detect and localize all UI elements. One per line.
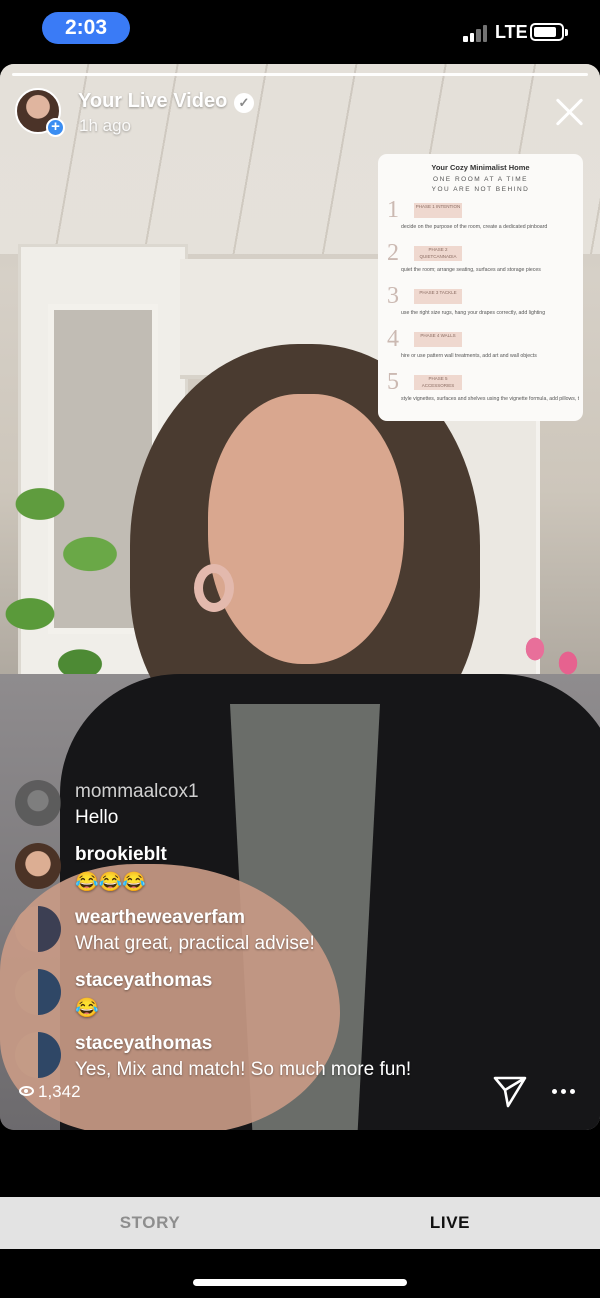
- card-phase: 3 PHASE 3 TACKLE use the right size rugs…: [387, 283, 573, 324]
- status-bar: 2:03 LTE: [0, 0, 600, 62]
- add-plus-icon[interactable]: +: [46, 118, 65, 137]
- tab-story[interactable]: STORY: [0, 1197, 300, 1249]
- card-phase: 4 PHASE 4 WALLS hire or use pattern wall…: [387, 326, 573, 367]
- viewer-count-value: 1,342: [38, 1082, 81, 1101]
- phase-number: 5: [387, 369, 399, 395]
- phase-tag: PHASE 5 ACCESSORIES: [414, 375, 462, 390]
- comment-item[interactable]: staceyathomas 😂: [15, 967, 485, 1030]
- card-phase: 1 PHASE 1 INTENTION decide on the purpos…: [387, 197, 573, 238]
- comment-text: 😂: [75, 998, 99, 1019]
- avatar[interactable]: [15, 1032, 61, 1078]
- card-subtitle-2: YOU ARE NOT BEHIND: [431, 186, 530, 193]
- status-time: 2:03: [42, 12, 130, 44]
- comment-username[interactable]: staceyathomas: [75, 970, 212, 992]
- home-indicator[interactable]: [193, 1279, 407, 1286]
- more-options-icon[interactable]: [552, 1089, 576, 1095]
- card-subtitle-1: ONE ROOM AT A TIME: [433, 176, 528, 183]
- live-time-ago: 1h ago: [79, 116, 131, 135]
- comment-text: What great, practical advise!: [75, 933, 315, 954]
- phase-number: 1: [387, 197, 399, 223]
- verified-badge-icon: ✓: [234, 93, 254, 113]
- send-icon[interactable]: [492, 1074, 528, 1108]
- phase-description: use the right size rugs, hang your drape…: [401, 310, 546, 316]
- phase-tag: PHASE 1 INTENTION: [414, 203, 462, 218]
- comment-username[interactable]: brookieblt: [75, 844, 167, 866]
- presenter-face: [208, 394, 404, 664]
- phase-tag: PHASE 3 TACKLE: [414, 289, 462, 304]
- phase-number: 4: [387, 326, 399, 352]
- live-video-title: Your Live Video: [78, 90, 228, 112]
- card-title: Your Cozy Minimalist Home: [431, 163, 530, 172]
- comment-text: Hello: [75, 807, 119, 828]
- card-phase: 5 PHASE 5 ACCESSORIES style vignettes, s…: [387, 369, 579, 410]
- comment-username[interactable]: mommaalcox1: [75, 781, 199, 803]
- phase-description: decide on the purpose of the room, creat…: [401, 224, 548, 230]
- phase-description: quiet the room; arrange seating, surface…: [401, 267, 541, 273]
- comment-item[interactable]: mommaalcox1 Hello: [15, 778, 485, 841]
- comment-text: 😂😂😂: [75, 872, 146, 893]
- phase-tag: PHASE 4 WALLS: [414, 332, 462, 347]
- camera-mode-tabbar: STORY LIVE: [0, 1197, 600, 1249]
- comment-item[interactable]: weartheweaverfam What great, practical a…: [15, 904, 485, 967]
- card-phase: 2 PHASE 2 QUIETCANNADIA quiet the room; …: [387, 240, 573, 281]
- presenter-earring: [194, 564, 234, 612]
- pinned-card[interactable]: Your Cozy Minimalist Home ONE ROOM AT A …: [378, 154, 583, 421]
- comment-username[interactable]: weartheweaverfam: [75, 907, 245, 929]
- phase-number: 3: [387, 283, 399, 309]
- battery-icon: [530, 23, 568, 41]
- story-progress-bar: [12, 73, 588, 76]
- avatar[interactable]: [15, 969, 61, 1015]
- close-icon[interactable]: [554, 96, 586, 128]
- comment-item[interactable]: brookieblt 😂😂😂: [15, 841, 485, 904]
- tab-live[interactable]: LIVE: [300, 1197, 600, 1249]
- viewer-count[interactable]: 1,342: [19, 1082, 81, 1102]
- cellular-signal-icon: [463, 24, 491, 42]
- phase-number: 2: [387, 240, 399, 266]
- network-label: LTE: [495, 22, 528, 42]
- phase-tag: PHASE 2 QUIETCANNADIA: [414, 246, 462, 261]
- eye-icon: [19, 1086, 34, 1096]
- phase-description: style vignettes, surfaces and shelves us…: [401, 396, 579, 402]
- phase-description: hire or use pattern wall treatments, add…: [401, 353, 537, 359]
- avatar[interactable]: [15, 780, 61, 826]
- avatar[interactable]: [15, 843, 61, 889]
- comments-list: mommaalcox1 Hello brookieblt 😂😂😂 wearthe…: [15, 778, 485, 1093]
- avatar[interactable]: [15, 906, 61, 952]
- comment-username[interactable]: staceyathomas: [75, 1033, 212, 1055]
- comment-item[interactable]: staceyathomas Yes, Mix and match! So muc…: [15, 1030, 485, 1093]
- comment-text: Yes, Mix and match! So much more fun!: [75, 1059, 412, 1080]
